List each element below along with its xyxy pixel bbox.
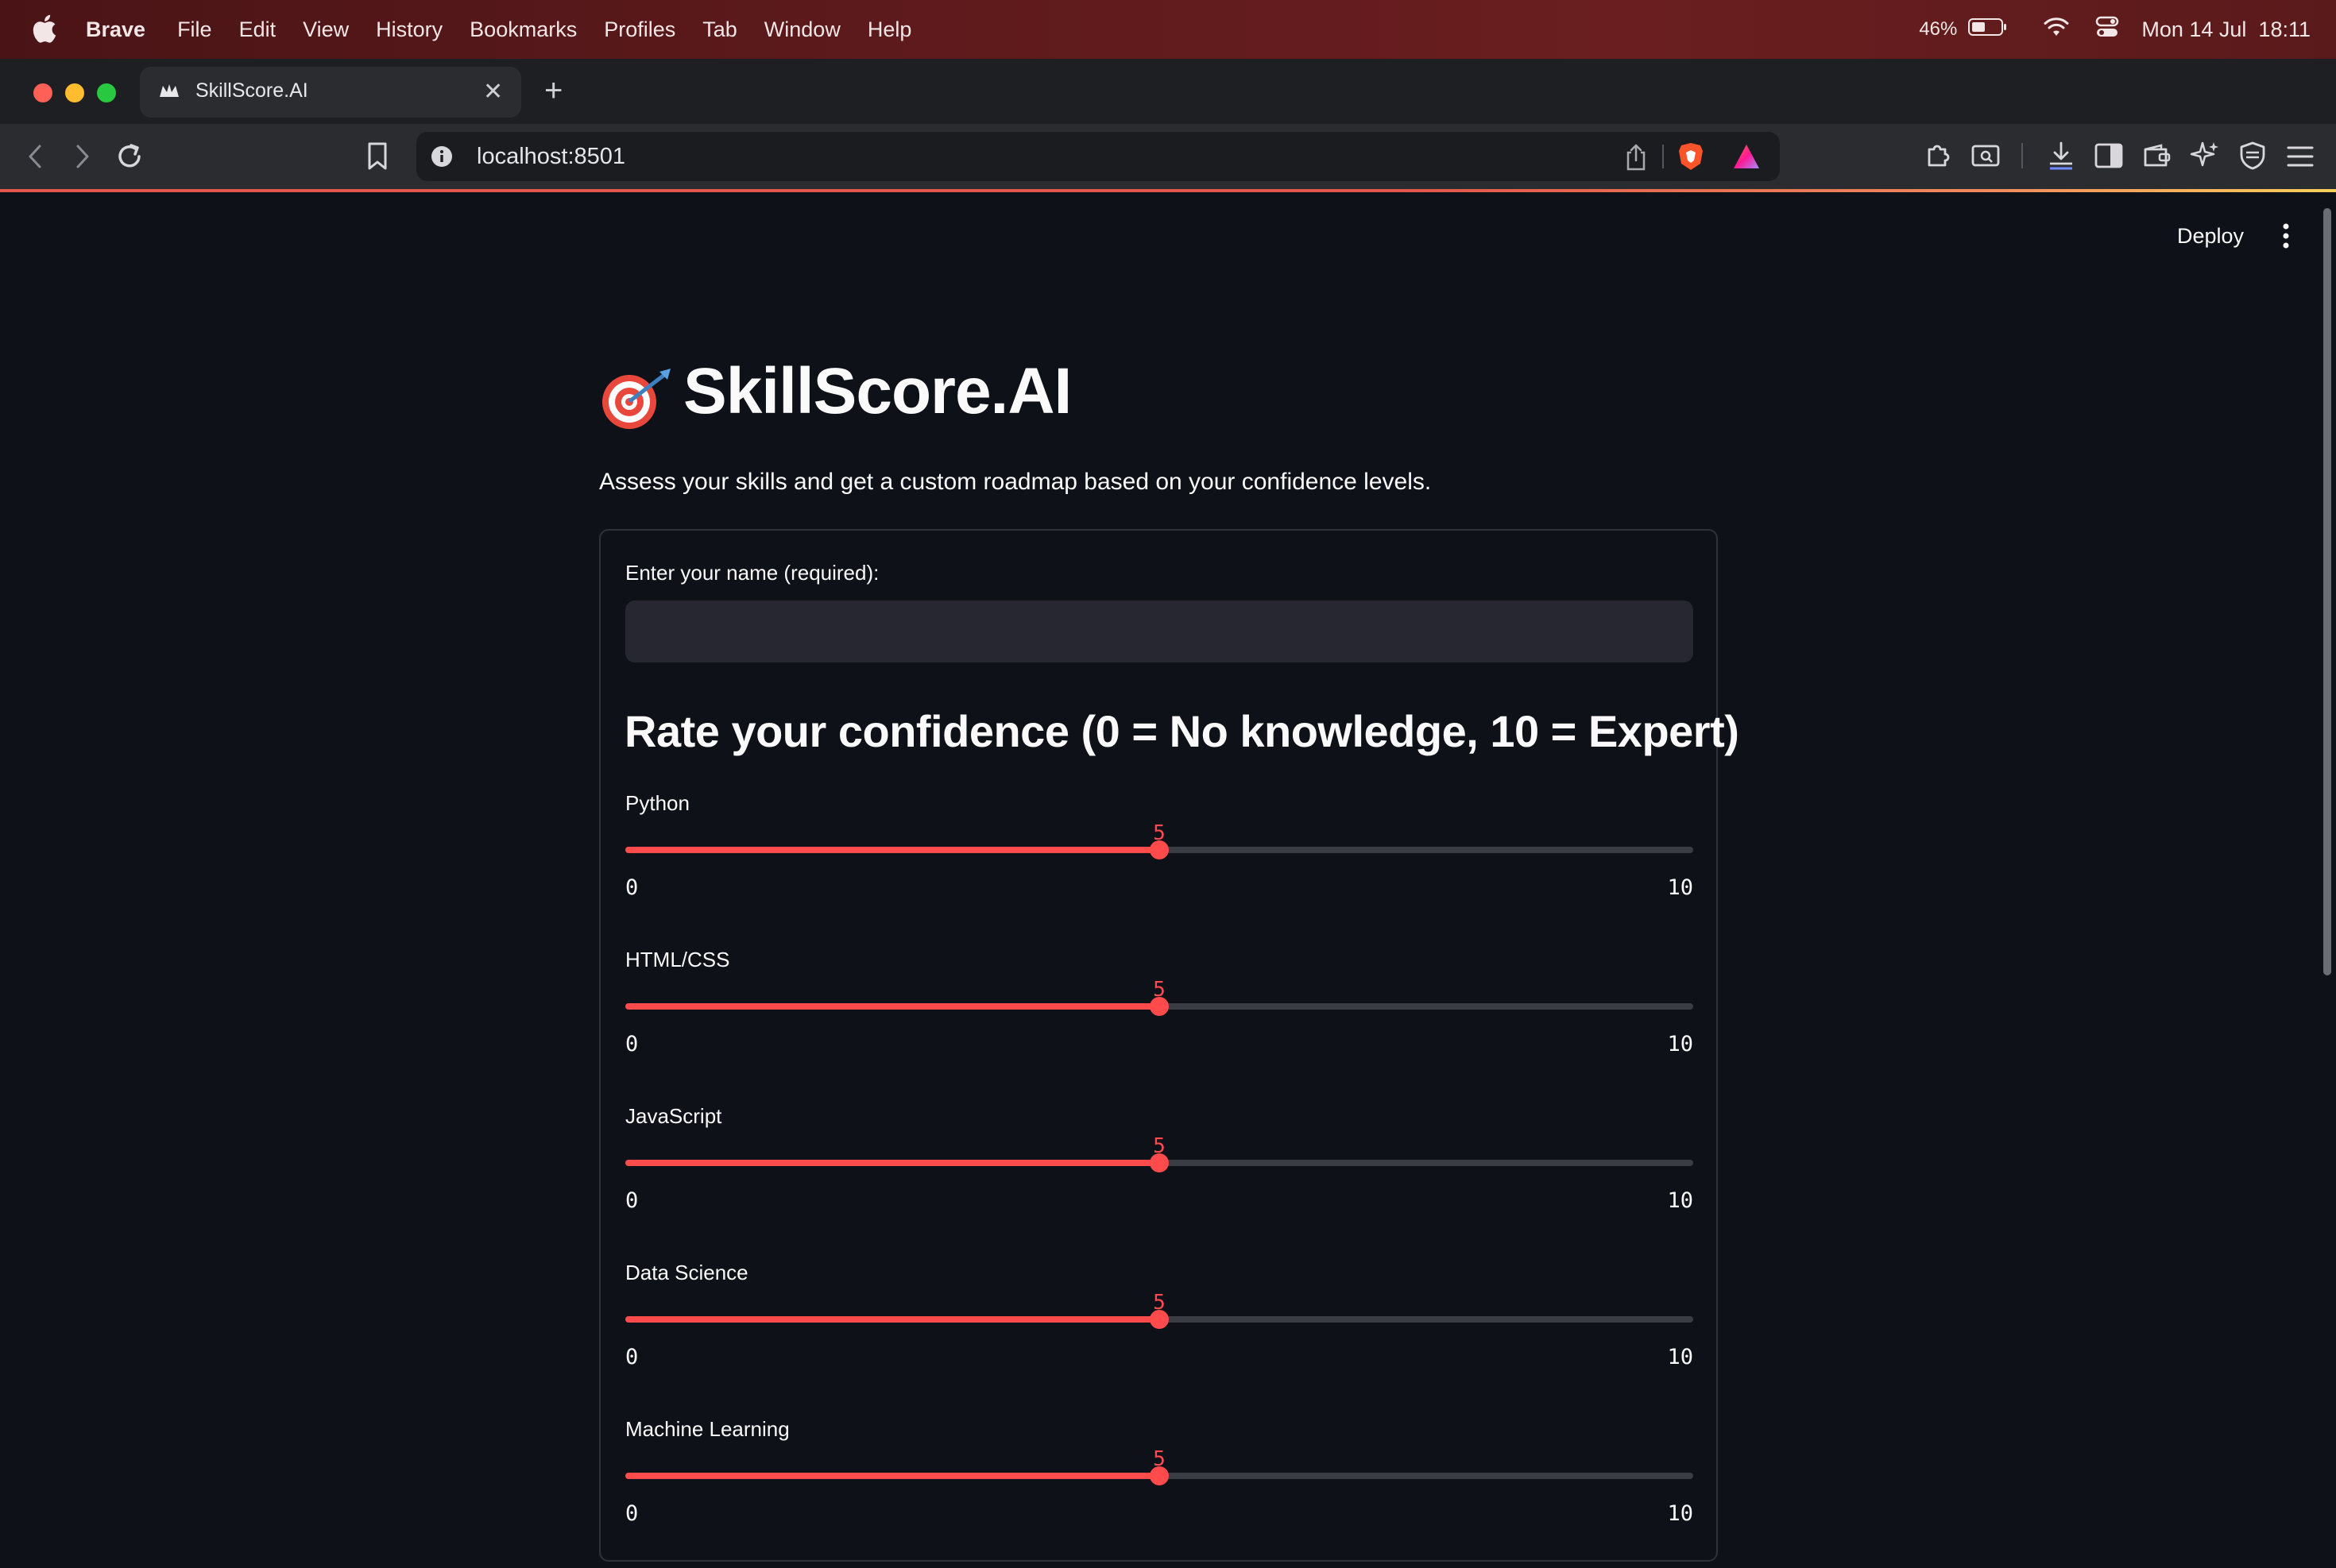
name-input-label: Enter your name (required): xyxy=(625,561,880,585)
page-subtitle: Assess your skills and get a custom road… xyxy=(599,469,1432,495)
slider-javascript: JavaScript 5 0 10 xyxy=(625,1104,1693,1255)
menubar-datetime[interactable]: Mon 14 Jul 18:11 xyxy=(2141,17,2311,42)
slider-thumb[interactable] xyxy=(1150,1153,1169,1172)
window-zoom-button[interactable] xyxy=(97,83,116,102)
url-divider xyxy=(1662,145,1664,168)
slider-min: 0 xyxy=(625,1032,639,1056)
menu-profiles[interactable]: Profiles xyxy=(604,17,675,42)
streamlit-favicon-icon xyxy=(159,83,180,104)
slider-fill xyxy=(625,1316,1159,1323)
bookmark-icon[interactable] xyxy=(365,141,389,172)
slider-label: Python xyxy=(625,791,690,815)
address-bar[interactable]: localhost:8501 xyxy=(416,132,1780,181)
deploy-button[interactable]: Deploy xyxy=(2177,224,2244,249)
slider-fill xyxy=(625,1003,1159,1010)
slider-label: Machine Learning xyxy=(625,1417,790,1441)
macos-menu-bar: Brave File Edit View History Bookmarks P… xyxy=(0,0,2336,59)
slider-min: 0 xyxy=(625,875,639,900)
control-center-icon[interactable] xyxy=(2095,16,2119,44)
slider-min: 0 xyxy=(625,1501,639,1526)
slider-fill xyxy=(625,1473,1159,1479)
url-text[interactable]: localhost:8501 xyxy=(477,144,625,170)
wifi-icon[interactable] xyxy=(2043,17,2070,43)
slider-label: JavaScript xyxy=(625,1104,722,1128)
tab-search-icon[interactable] xyxy=(1971,141,2001,168)
menu-app-name[interactable]: Brave xyxy=(86,17,145,42)
tab-title: SkillScore.AI xyxy=(195,79,308,102)
downloads-icon[interactable] xyxy=(2047,140,2075,172)
page-scrollbar[interactable] xyxy=(2323,208,2331,975)
brave-shields-icon[interactable] xyxy=(1677,141,1705,176)
app-menu-kebab-icon[interactable] xyxy=(2279,222,2293,253)
slider-label: Data Science xyxy=(625,1261,748,1284)
slider-html-css: HTML/CSS 5 0 10 xyxy=(625,948,1693,1099)
slider-min: 0 xyxy=(625,1345,639,1369)
page-title-text: SkillScore.AI xyxy=(683,355,1072,427)
back-icon[interactable] xyxy=(24,143,48,170)
menu-edit[interactable]: Edit xyxy=(239,17,277,42)
window-minimize-button[interactable] xyxy=(65,83,84,102)
slider-max: 10 xyxy=(1667,1345,1693,1369)
direct-hit-target-icon xyxy=(598,367,674,434)
menu-window[interactable]: Window xyxy=(764,17,841,42)
forward-icon[interactable] xyxy=(70,143,94,170)
browser-tab-active[interactable]: SkillScore.AI ✕ xyxy=(140,67,521,118)
menu-view[interactable]: View xyxy=(303,17,349,42)
slider-min: 0 xyxy=(625,1188,639,1213)
slider-label: HTML/CSS xyxy=(625,948,730,971)
menu-help[interactable]: Help xyxy=(868,17,912,42)
vpn-shield-icon[interactable] xyxy=(2239,141,2266,170)
battery-percent: 46% xyxy=(1919,18,1958,40)
share-icon[interactable] xyxy=(1624,143,1648,176)
tab-close-icon[interactable]: ✕ xyxy=(483,78,503,106)
menu-bookmarks[interactable]: Bookmarks xyxy=(470,17,577,42)
apple-logo-icon[interactable] xyxy=(30,13,57,44)
slider-thumb[interactable] xyxy=(1150,840,1169,859)
slider-max: 10 xyxy=(1667,875,1693,900)
slider-python: Python 5 0 10 xyxy=(625,791,1693,942)
slider-max: 10 xyxy=(1667,1188,1693,1213)
menu-history[interactable]: History xyxy=(376,17,443,42)
slider-thumb[interactable] xyxy=(1150,1466,1169,1485)
site-info-icon[interactable] xyxy=(431,145,453,172)
new-tab-button[interactable]: + xyxy=(544,73,563,109)
slider-thumb[interactable] xyxy=(1150,1310,1169,1329)
slider-data-science: Data Science 5 0 10 xyxy=(625,1261,1693,1412)
sidebar-icon[interactable] xyxy=(2094,143,2123,168)
menu-tab[interactable]: Tab xyxy=(702,17,737,42)
battery-icon[interactable] xyxy=(1968,17,2008,42)
window-close-button[interactable] xyxy=(33,83,52,102)
slider-fill xyxy=(625,847,1159,853)
brave-rewards-icon[interactable] xyxy=(1732,143,1761,174)
leo-ai-icon[interactable] xyxy=(2190,140,2220,170)
slider-thumb[interactable] xyxy=(1150,997,1169,1016)
reload-icon[interactable] xyxy=(114,141,145,172)
name-input[interactable] xyxy=(625,601,1693,662)
slider-fill xyxy=(625,1160,1159,1166)
wallet-icon[interactable] xyxy=(2142,143,2172,168)
slider-max: 10 xyxy=(1667,1032,1693,1056)
menu-file[interactable]: File xyxy=(177,17,212,42)
extensions-icon[interactable] xyxy=(1923,140,1953,170)
confidence-section-heading: Rate your confidence (0 = No knowledge, … xyxy=(625,706,1739,756)
slider-max: 10 xyxy=(1667,1501,1693,1526)
toolbar-divider xyxy=(2021,143,2023,168)
page-title: SkillScore.AI xyxy=(683,354,1072,429)
browser-menu-icon[interactable] xyxy=(2287,145,2314,168)
slider-machine-learning: Machine Learning 5 0 10 xyxy=(625,1417,1693,1568)
